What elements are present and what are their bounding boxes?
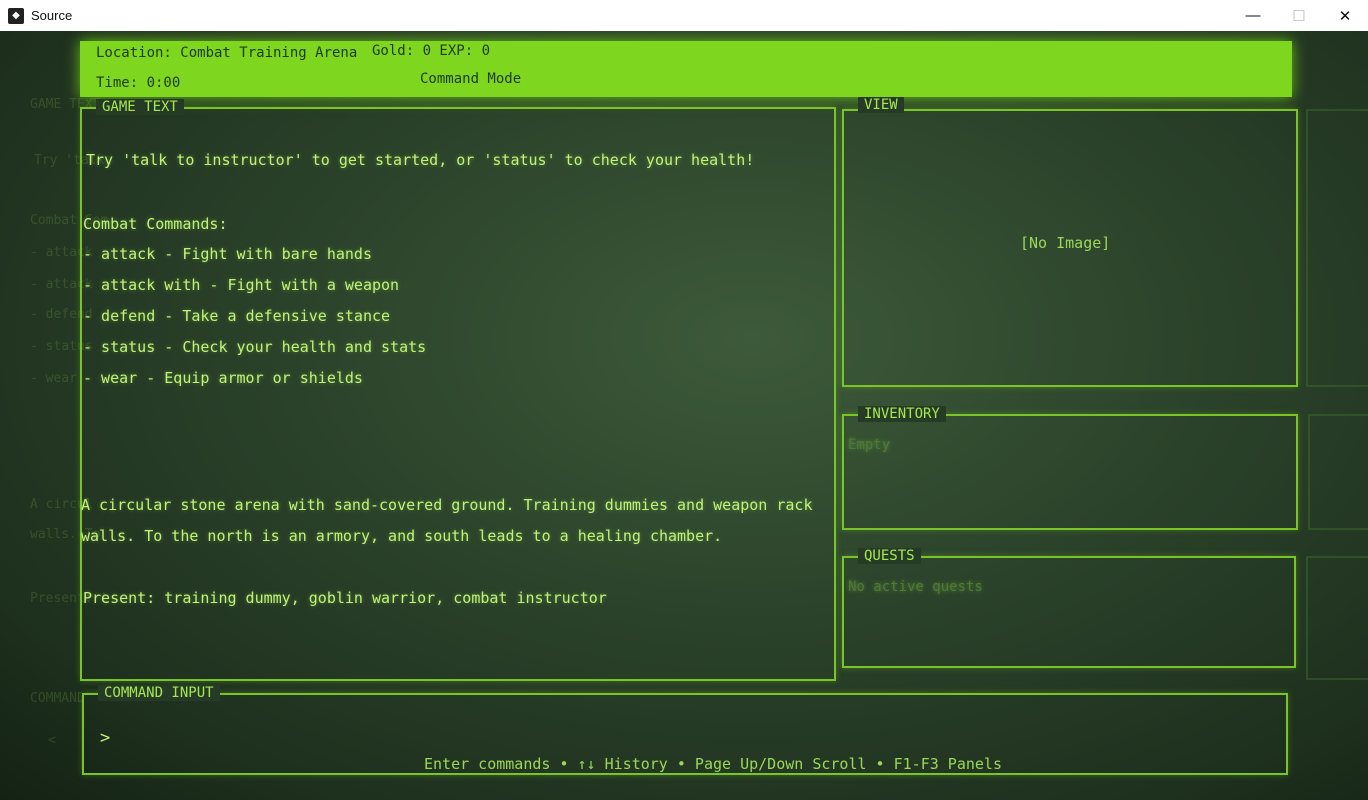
game-text-line: Combat Commands:: [83, 215, 228, 233]
inventory-panel: INVENTORY: [842, 406, 1298, 530]
game-text-line: Try 'talk to instructor' to get started,…: [86, 151, 755, 169]
game-text-line: - wear - Equip armor or shields: [83, 369, 363, 387]
ghost-frame: [1306, 556, 1368, 680]
window-titlebar: ◆ Source — ☐ ✕: [0, 0, 1368, 32]
ghost-text: - wear: [30, 371, 77, 386]
gold-exp-label: Gold: 0 EXP: 0: [372, 43, 491, 59]
crt-screen: GAME TEXT Try 'talk Combat Com - attack …: [0, 31, 1368, 800]
help-footer: Enter commands • ↑↓ History • Page Up/Do…: [424, 755, 1002, 773]
inventory-title: INVENTORY: [858, 406, 946, 422]
quests-content: No active quests: [848, 579, 983, 595]
game-text-title: GAME TEXT: [96, 99, 184, 115]
app-icon: ◆: [8, 7, 24, 24]
view-placeholder: [No Image]: [1020, 234, 1111, 252]
game-text-line: walls. To the north is an armory, and so…: [81, 527, 723, 545]
window-title: Source: [31, 8, 73, 23]
ghost-text: <: [48, 733, 56, 748]
game-text-line: - defend - Take a defensive stance: [83, 307, 391, 325]
command-prompt[interactable]: >: [100, 728, 110, 748]
ghost-text: COMMAND: [30, 691, 85, 706]
quests-title: QUESTS: [858, 548, 921, 564]
ghost-frame: [1306, 109, 1368, 387]
game-text-line: - attack - Fight with bare hands: [83, 245, 372, 263]
time-label: Time: 0:00: [96, 75, 181, 91]
command-input-title: COMMAND INPUT: [98, 685, 220, 701]
maximize-button[interactable]: ☐: [1276, 0, 1322, 31]
minimize-button[interactable]: —: [1230, 0, 1276, 31]
close-button[interactable]: ✕: [1322, 0, 1368, 31]
view-title: VIEW: [858, 97, 904, 113]
window-controls: — ☐ ✕: [1230, 0, 1368, 31]
quests-panel: QUESTS: [842, 548, 1296, 668]
game-text-line: A circular stone arena with sand-covered…: [81, 496, 813, 514]
inventory-content: Empty: [848, 437, 891, 453]
game-text-line: Present: training dummy, goblin warrior,…: [83, 589, 607, 607]
status-header: Location: Combat Training Arena Gold: 0 …: [80, 41, 1292, 97]
game-text-line: - attack with - Fight with a weapon: [83, 276, 400, 294]
mode-label: Command Mode: [420, 71, 522, 87]
ghost-frame: [1308, 414, 1368, 530]
location-label: Location: Combat Training Arena: [96, 45, 358, 61]
game-text-line: - status - Check your health and stats: [83, 338, 427, 356]
